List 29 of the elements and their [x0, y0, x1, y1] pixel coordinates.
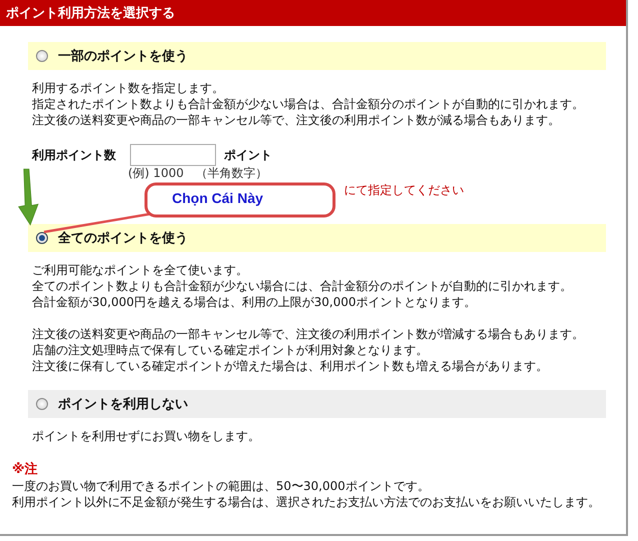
note-text: 利用ポイント以外に不足金額が発生する場合は、選択されたお支払い方法でのお支払いをお願いいたします。: [12, 494, 601, 510]
unit-label: ポイント: [224, 146, 272, 164]
option-bar[interactable]: 一部のポイントを使う: [28, 42, 606, 70]
description-text: 指定されたポイント数よりも合計金額が少ない場合は、合計金額分のポイントが自動的に引かれます。: [32, 96, 585, 112]
radio-button[interactable]: [36, 398, 48, 410]
description-text: ポイントを利用せずにお買い物をします。: [32, 428, 261, 444]
description-text: 注文後の送料変更や商品の一部キャンセル等で、注文後の利用ポイント数が減る場合もあります。: [32, 112, 561, 128]
description-text: 全てのポイント数よりも合計金額が少ない場合には、合計金額分のポイントが自動的に引かれます。: [32, 278, 573, 294]
option-label: 一部のポイントを使う: [58, 48, 188, 65]
option-bar[interactable]: ポイントを利用しない: [28, 390, 606, 418]
radio-button[interactable]: [36, 232, 48, 244]
radio-button[interactable]: [36, 50, 48, 62]
description-text: 利用するポイント数を指定します。: [32, 80, 225, 96]
description-text: ご利用可能なポイントを全て使います。: [32, 262, 249, 278]
option-bar[interactable]: 全てのポイントを使う: [28, 224, 606, 252]
note-heading: ※注: [12, 460, 39, 478]
option-label: ポイントを利用しない: [58, 396, 188, 413]
option-label: 全てのポイントを使う: [58, 230, 188, 247]
section-title: ポイント利用方法を選択する: [6, 4, 175, 22]
field-label: 利用ポイント数: [32, 146, 116, 164]
points-input[interactable]: [130, 144, 216, 166]
warning-text: にて指定してください: [344, 182, 465, 198]
example-hint: (例) 1000 （半角数字）: [128, 166, 269, 180]
callout-text: Chọn Cái Này: [172, 190, 264, 206]
description-text: 店舗の注文処理時点で保有している確定ポイントが利用対象となります。: [32, 342, 429, 358]
description-text: 合計金額が30,000円を越える場合は、利用の上限が30,000ポイントとなります。: [32, 294, 477, 310]
note-text: 一度のお買い物で利用できるポイントの範囲は、50〜30,000ポイントです。: [12, 478, 430, 494]
description-text: 注文後に保有している確定ポイントが増えた場合は、利用ポイント数も増える場合があります。: [32, 358, 549, 374]
description-text: 注文後の送料変更や商品の一部キャンセル等で、注文後の利用ポイント数が増減する場合もあります。: [32, 326, 585, 342]
